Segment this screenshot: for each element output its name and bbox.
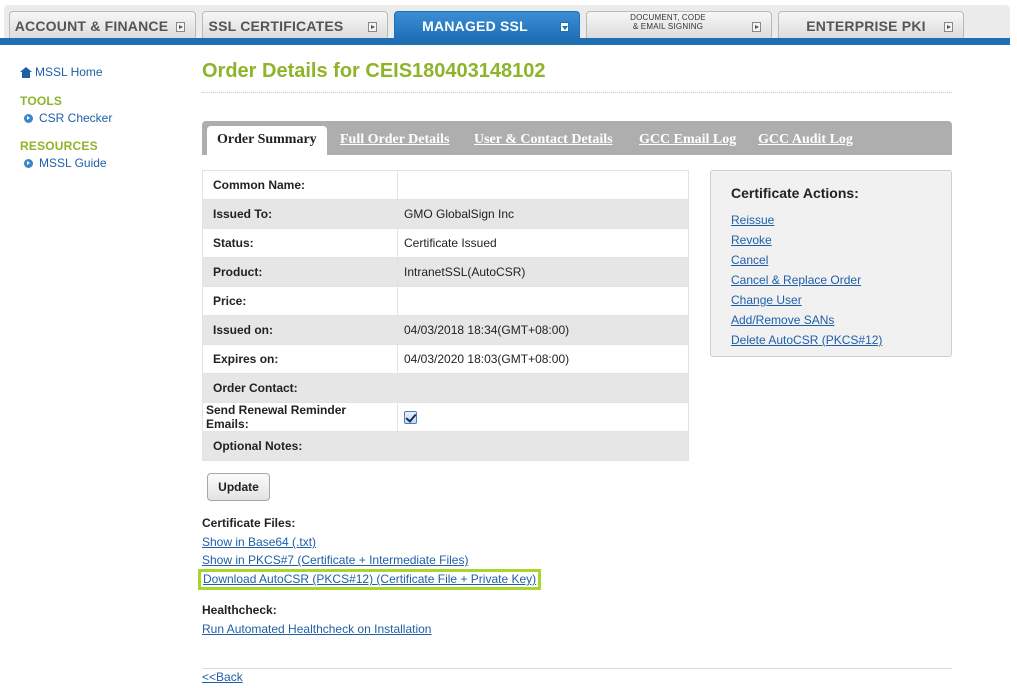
table-row: Send Renewal Reminder Emails:: [202, 402, 689, 432]
delete-autocsr-link[interactable]: Delete AutoCSR (PKCS#12): [731, 330, 931, 350]
tab-label: SSL CERTIFICATES: [208, 17, 344, 34]
table-row: Issued To: GMO GlobalSign Inc: [202, 199, 689, 229]
section-heading: Healthcheck:: [202, 603, 277, 617]
field-value: [397, 286, 689, 316]
show-base64-link[interactable]: Show in Base64 (.txt): [202, 533, 602, 551]
expand-arrow-icon: [368, 22, 377, 32]
field-value: IntranetSSL(AutoCSR): [397, 257, 689, 287]
highlight-box: Download AutoCSR (PKCS#12) (Certificate …: [198, 569, 542, 590]
tab-gcc-audit-log[interactable]: GCC Audit Log: [758, 132, 853, 148]
dropdown-arrow-icon: [560, 22, 569, 32]
field-value: 04/03/2020 18:03(GMT+08:00): [397, 344, 689, 374]
field-label: Optional Notes:: [202, 431, 398, 461]
tab-user-contact-details[interactable]: User & Contact Details: [474, 132, 613, 148]
table-row: Optional Notes:: [202, 431, 689, 461]
expand-arrow-icon: [176, 22, 185, 32]
table-row: Expires on: 04/03/2020 18:03(GMT+08:00): [202, 344, 689, 374]
cancel-replace-order-link[interactable]: Cancel & Replace Order: [731, 270, 931, 290]
field-label: Product:: [202, 257, 398, 287]
product-tabbar: ACCOUNT & FINANCE SSL CERTIFICATES MANAG…: [0, 0, 1017, 46]
field-label: Common Name:: [202, 170, 398, 200]
certificate-files-section: Certificate Files: Show in Base64 (.txt)…: [198, 516, 602, 590]
table-row: Status: Certificate Issued: [202, 228, 689, 258]
field-value: [397, 431, 689, 461]
divider: [202, 668, 952, 669]
tab-label-line2: & EMAIL SIGNING: [632, 21, 704, 31]
field-label: Status:: [202, 228, 398, 258]
tab-label: ACCOUNT & FINANCE: [14, 17, 169, 34]
field-value: [397, 402, 689, 432]
sidebar-heading-resources: RESOURCES: [20, 139, 98, 153]
table-row: Product: IntranetSSL(AutoCSR): [202, 257, 689, 287]
update-button[interactable]: Update: [207, 473, 270, 501]
section-heading: Certificate Files:: [202, 516, 296, 530]
field-label: Issued on:: [202, 315, 398, 345]
tab-account-finance[interactable]: ACCOUNT & FINANCE: [9, 11, 196, 39]
tab-order-summary[interactable]: Order Summary: [207, 126, 327, 155]
field-label: Send Renewal Reminder Emails:: [202, 402, 398, 432]
sidebar-heading-tools: TOOLS: [20, 94, 63, 108]
sidebar-item-mssl-home[interactable]: MSSL Home: [20, 64, 190, 80]
show-pkcs7-link[interactable]: Show in PKCS#7 (Certificate + Intermedia…: [202, 551, 602, 569]
revoke-link[interactable]: Revoke: [731, 230, 931, 250]
healthcheck-section: Healthcheck: Run Automated Healthcheck o…: [202, 603, 431, 638]
field-label: Price:: [202, 286, 398, 316]
tab-label-line1: DOCUMENT, CODE: [630, 12, 706, 22]
field-value: 04/03/2018 18:34(GMT+08:00): [397, 315, 689, 345]
tab-label: ENTERPRISE PKI: [806, 17, 926, 34]
tab-full-order-details[interactable]: Full Order Details: [340, 132, 449, 148]
cancel-link[interactable]: Cancel: [731, 250, 931, 270]
tab-label: DOCUMENT, CODE & EMAIL SIGNING: [630, 13, 706, 31]
expand-arrow-icon: [944, 22, 953, 32]
tab-gcc-email-log[interactable]: GCC Email Log: [639, 132, 736, 148]
tab-label: MANAGED SSL: [422, 17, 528, 34]
order-subtabs: Order Summary Full Order Details User & …: [202, 121, 952, 155]
arrow-bullet-icon: [24, 113, 33, 123]
home-icon: [20, 66, 32, 78]
sidebar-item-label: MSSL Home: [35, 65, 103, 79]
table-row: Common Name:: [202, 170, 689, 200]
tabbar-rule: [0, 38, 1010, 45]
order-details-table: Common Name: Issued To: GMO GlobalSign I…: [202, 170, 689, 461]
certificate-actions-panel: Certificate Actions: Reissue Revoke Canc…: [710, 170, 952, 357]
field-value: GMO GlobalSign Inc: [397, 199, 689, 229]
tab-managed-ssl[interactable]: MANAGED SSL: [394, 11, 580, 39]
tab-document-code-email-signing[interactable]: DOCUMENT, CODE & EMAIL SIGNING: [586, 11, 772, 39]
sidebar: MSSL Home TOOLS CSR Checker RESOURCES MS…: [20, 64, 190, 170]
sidebar-item-csr-checker[interactable]: CSR Checker: [20, 111, 190, 125]
field-label: Issued To:: [202, 199, 398, 229]
reissue-link[interactable]: Reissue: [731, 210, 931, 230]
arrow-bullet-icon: [24, 158, 33, 168]
back-link[interactable]: <<Back: [202, 668, 243, 686]
tab-enterprise-pki[interactable]: ENTERPRISE PKI: [778, 11, 964, 39]
divider: [202, 92, 952, 93]
change-user-link[interactable]: Change User: [731, 290, 931, 310]
field-value: [397, 170, 689, 200]
panel-title: Certificate Actions:: [731, 185, 859, 201]
sidebar-item-label: MSSL Guide: [39, 156, 107, 170]
sidebar-item-mssl-guide[interactable]: MSSL Guide: [20, 156, 190, 170]
field-value: Certificate Issued: [397, 228, 689, 258]
renewal-reminder-checkbox[interactable]: [404, 411, 417, 425]
table-row: Issued on: 04/03/2018 18:34(GMT+08:00): [202, 315, 689, 345]
page-title: Order Details for CEIS180403148102: [202, 60, 546, 82]
tab-ssl-certificates[interactable]: SSL CERTIFICATES: [202, 11, 388, 39]
field-value: [397, 373, 689, 403]
expand-arrow-icon: [752, 22, 761, 32]
field-label: Order Contact:: [202, 373, 398, 403]
table-row: Order Contact:: [202, 373, 689, 403]
run-healthcheck-link[interactable]: Run Automated Healthcheck on Installatio…: [202, 620, 431, 638]
add-remove-sans-link[interactable]: Add/Remove SANs: [731, 310, 931, 330]
field-label: Expires on:: [202, 344, 398, 374]
download-autocsr-pkcs12-link[interactable]: Download AutoCSR (PKCS#12) (Certificate …: [203, 572, 536, 587]
sidebar-item-label: CSR Checker: [39, 111, 113, 125]
table-row: Price:: [202, 286, 689, 316]
